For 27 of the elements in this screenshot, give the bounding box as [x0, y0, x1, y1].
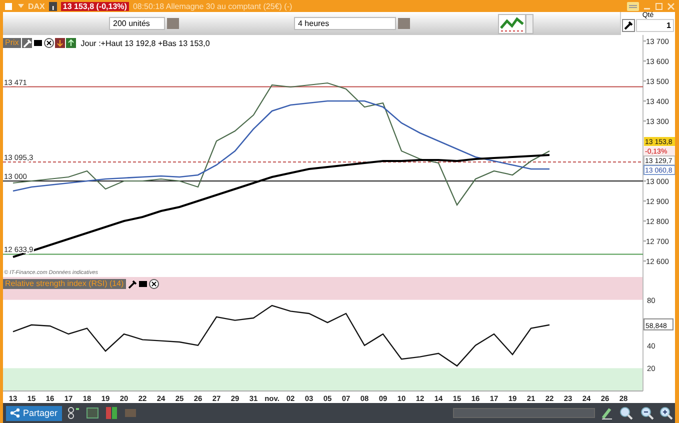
indicator-badge: Prix	[3, 38, 21, 48]
day-range-text: Jour :+Haut 13 192,8 +Bas 13 153,0	[80, 38, 210, 48]
zoom-fit-icon[interactable]	[619, 406, 635, 420]
square-icon[interactable]	[32, 38, 43, 48]
share-button[interactable]: Partager	[6, 406, 62, 420]
chart-type-icon[interactable]	[498, 14, 534, 34]
period-dropdown[interactable]: 4 heures	[294, 17, 396, 30]
scrollbar[interactable]	[453, 408, 595, 418]
info-icon[interactable]	[48, 2, 57, 10]
symbol-label: DAX	[28, 2, 45, 10]
wrench-icon[interactable]	[622, 19, 635, 32]
down-arrow-icon[interactable]	[54, 38, 65, 48]
up-arrow-icon[interactable]	[66, 38, 76, 48]
quantity-field[interactable]: 200 unités	[109, 17, 165, 30]
edit-icon[interactable]	[600, 406, 614, 420]
window-icon	[4, 1, 14, 11]
link-icon[interactable]	[66, 406, 81, 420]
wrench-icon[interactable]	[126, 279, 137, 289]
indicator-title: Relative strength index (RSI) (14)	[3, 279, 126, 289]
close-icon[interactable]	[44, 38, 54, 48]
zoom-in-icon[interactable]	[659, 406, 673, 420]
window-title: 08:50:18 Allemagne 30 au comptant (25€) (-)	[132, 2, 292, 10]
price-quote: 13 153,8 (-0,13%)	[60, 2, 129, 10]
zoom-out-icon[interactable]	[640, 406, 654, 420]
quantity-input[interactable]: 1	[636, 19, 674, 32]
bars-icon[interactable]	[104, 406, 119, 420]
share-icon	[10, 408, 20, 418]
